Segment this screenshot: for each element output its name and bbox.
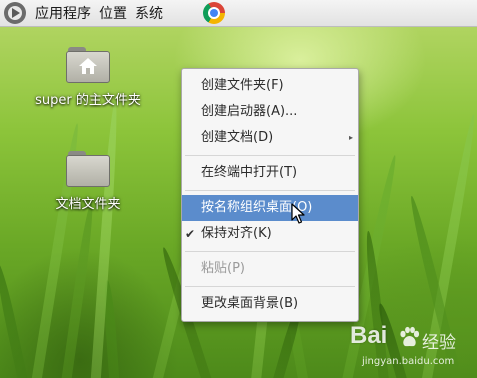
desktop-icon-documents[interactable]: 文档文件夹 [23,151,153,212]
watermark-jingyan: 经验 [422,333,456,353]
top-panel: 应用程序 位置 系统 [0,0,477,27]
menu-item-change-background[interactable]: 更改桌面背景(B) [182,291,358,317]
menu-places[interactable]: 位置 [99,3,127,23]
app-menu-logo-icon[interactable] [4,2,26,24]
folder-icon [66,151,110,187]
menu-item-open-terminal[interactable]: 在终端中打开(T) [182,160,358,186]
menu-item-paste: 粘贴(P) [182,256,358,282]
grass-blade [0,261,30,378]
menu-item-organize-by-name[interactable]: 按名称组织桌面(O) [182,195,358,221]
menu-applications[interactable]: 应用程序 [35,3,91,23]
menu-separator [185,190,355,191]
menu-item-create-launcher[interactable]: 创建启动器(A)... [182,99,358,125]
home-folder-icon [66,47,110,83]
menu-item-create-document[interactable]: 创建文档(D) ▸ [182,125,358,151]
watermark-url: jingyan.baidu.com [362,356,455,367]
menu-item-label: 在终端中打开(T) [201,165,298,180]
menu-item-label: 创建启动器(A)... [201,104,298,119]
submenu-arrow-icon: ▸ [348,133,353,142]
check-mark-icon: ✔ [185,227,196,241]
chrome-icon[interactable] [203,2,225,24]
menu-item-label: 创建文件夹(F) [201,78,284,93]
mouse-cursor-icon [291,203,305,224]
desktop-icon-label: super 的主文件夹 [35,93,141,108]
menu-item-keep-aligned[interactable]: ✔ 保持对齐(K) [182,221,358,247]
desktop-icon-label: 文档文件夹 [55,197,121,212]
menu-item-label: 粘贴(P) [201,261,245,276]
context-menu: 创建文件夹(F) 创建启动器(A)... 创建文档(D) ▸ 在终端中打开(T)… [181,68,359,322]
menu-separator [185,251,355,252]
baidu-watermark: Bai 经验 jingyan.baidu.com [350,320,470,372]
menu-separator [185,286,355,287]
desktop-icon-home[interactable]: super 的主文件夹 [23,47,153,108]
watermark-brand: Bai [350,322,388,349]
menu-item-label: 保持对齐(K) [201,226,272,241]
menu-separator [185,155,355,156]
menu-item-label: 创建文档(D) [201,130,274,145]
menu-item-label: 更改桌面背景(B) [201,296,299,311]
menu-item-create-folder[interactable]: 创建文件夹(F) [182,73,358,99]
menu-system[interactable]: 系统 [135,3,163,23]
baidu-paw-icon [400,326,420,347]
